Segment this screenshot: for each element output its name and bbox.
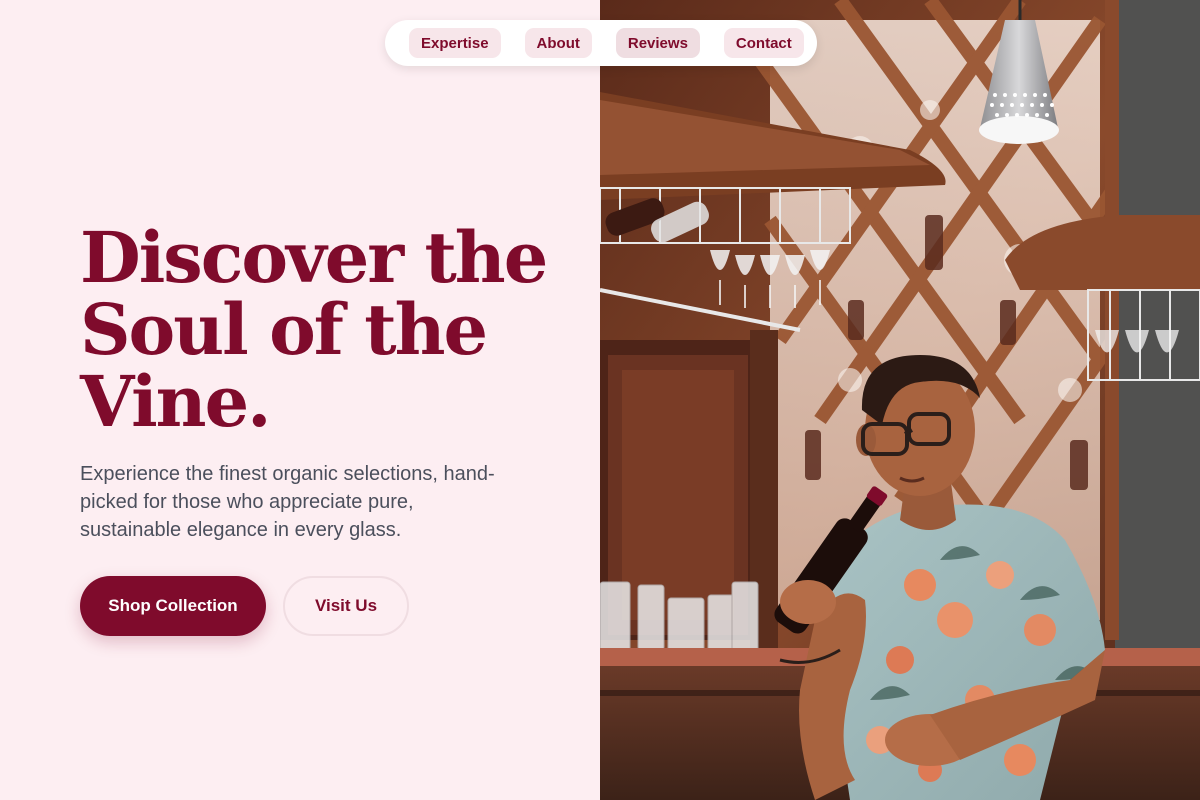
shop-collection-button[interactable]: Shop Collection [80,576,266,636]
nav-item-contact[interactable]: Contact [723,28,804,58]
headline-line-1: Discover the [80,216,548,299]
hero-headline: Discover the Soul of the Vine. [80,222,560,438]
hero-photo [600,0,1200,800]
hero-section: Discover the Soul of the Vine. Experienc… [0,0,600,800]
hero-lede: Experience the finest organic selections… [80,463,495,541]
visit-us-button[interactable]: Visit Us [283,576,409,636]
nav-item-about[interactable]: About [524,28,592,58]
top-nav: Expertise About Reviews Contact [385,20,817,66]
headline-line-3: Vine. [80,360,271,443]
nav-item-reviews[interactable]: Reviews [615,28,700,58]
nav-item-expertise[interactable]: Expertise [409,28,501,58]
headline-line-2: Soul of the [80,288,488,371]
sommelier-bar-illustration [600,0,1200,800]
